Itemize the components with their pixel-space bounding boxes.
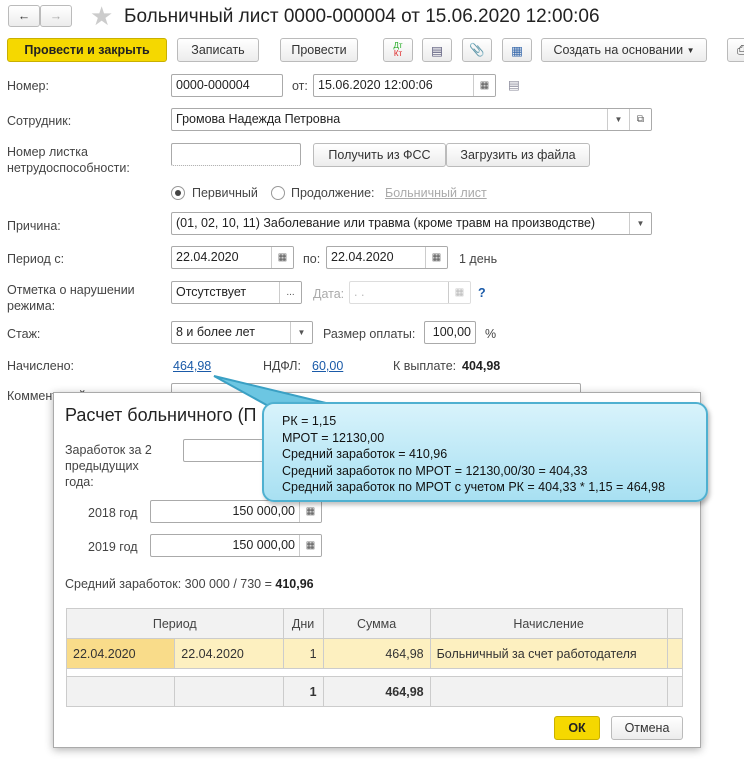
calculation-callout: РК = 1,15 МРОТ = 12130,00 Средний зарабо… — [262, 402, 708, 502]
callout-line: МРОТ = 12130,00 — [282, 430, 385, 445]
callout-line: Средний заработок по МРОТ с учетом РК = … — [282, 480, 666, 494]
callout-pointer — [213, 375, 331, 410]
callout-line: Средний заработок = 410,96 — [282, 447, 448, 461]
callout-line: РК = 1,15 — [282, 414, 337, 428]
callout-line: Средний заработок по МРОТ = 12130,00/30 … — [282, 463, 588, 478]
